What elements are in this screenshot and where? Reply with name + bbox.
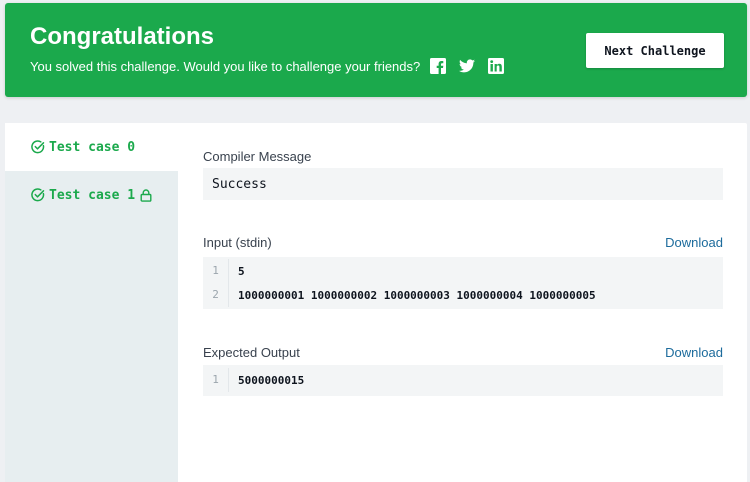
- code-line: 1 5: [203, 259, 723, 283]
- tab-test-case-0[interactable]: Test case 0: [5, 123, 178, 171]
- tab-test-case-1[interactable]: Test case 1: [5, 171, 178, 219]
- linkedin-icon[interactable]: [488, 58, 505, 74]
- input-code-box: 1 5 2 1000000001 1000000002 1000000003 1…: [203, 257, 723, 309]
- tab-label: Test case 1: [49, 187, 136, 203]
- compiler-message-box: Success: [203, 168, 723, 200]
- test-results-panel: Test case 0 Test case 1 Compiler Message…: [5, 123, 747, 482]
- input-download-link[interactable]: Download: [665, 235, 723, 250]
- lock-icon: [140, 188, 152, 202]
- test-case-tabs: Test case 0 Test case 1: [5, 123, 178, 482]
- banner-title: Congratulations: [30, 23, 214, 50]
- code-text: 1000000001 1000000002 1000000003 1000000…: [238, 288, 596, 302]
- check-circle-icon: [31, 140, 45, 154]
- line-number: 1: [203, 259, 229, 283]
- banner-subtitle: You solved this challenge. Would you lik…: [30, 58, 421, 74]
- next-challenge-button[interactable]: Next Challenge: [586, 33, 724, 68]
- expected-output-label: Expected Output: [203, 345, 300, 360]
- code-text: 5000000015: [238, 373, 305, 387]
- tab-label: Test case 0: [49, 139, 136, 155]
- check-circle-icon: [31, 188, 45, 202]
- code-line: 1 5000000015: [203, 368, 723, 392]
- facebook-icon[interactable]: [430, 58, 447, 74]
- code-line: 2 1000000001 1000000002 1000000003 10000…: [203, 283, 723, 307]
- code-text: 5: [238, 264, 245, 278]
- social-share: [430, 58, 505, 74]
- success-banner: Congratulations You solved this challeng…: [5, 3, 747, 97]
- expected-output-box: 1 5000000015: [203, 365, 723, 396]
- compiler-message-label: Compiler Message: [203, 149, 312, 164]
- input-label: Input (stdin): [203, 235, 272, 250]
- line-number: 1: [203, 368, 229, 392]
- banner-subtitle-row: You solved this challenge. Would you lik…: [30, 58, 505, 74]
- expected-download-link[interactable]: Download: [665, 345, 723, 360]
- line-number: 2: [203, 283, 229, 307]
- twitter-icon[interactable]: [459, 58, 476, 74]
